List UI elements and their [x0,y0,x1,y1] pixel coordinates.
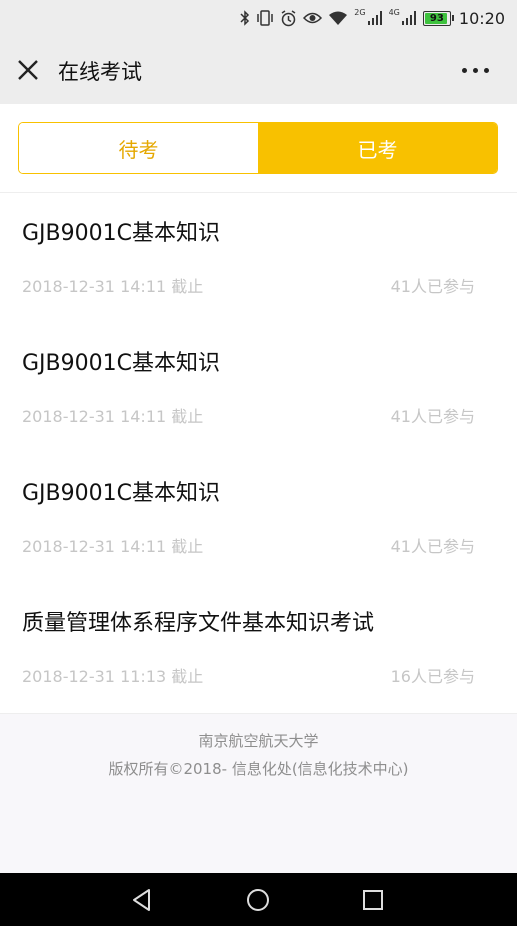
nav-bar: 在线考试 [0,36,517,104]
footer-organization: 南京航空航天大学 [198,732,319,750]
bluetooth-icon [240,10,250,26]
recents-icon[interactable] [359,886,387,914]
battery-icon: 93 [422,10,454,26]
more-dot [473,68,478,73]
system-nav-bar [0,873,517,926]
exam-participants: 16人已参与 [390,667,475,686]
exam-participants: 41人已参与 [390,277,475,296]
signal-icon [367,11,383,25]
exam-title: 质量管理体系程序文件基本知识考试 [22,611,375,636]
exam-deadline: 2018-12-31 11:13 截止 [22,667,204,686]
alarm-icon [281,9,296,26]
status-bar: 2G 4G 93 10:20 [0,0,517,36]
more-icon[interactable] [462,68,489,73]
clock: 10:20 [458,8,505,28]
signal-icon [401,11,417,25]
eye-icon [303,12,323,24]
exam-deadline: 2018-12-31 14:11 截止 [22,407,204,426]
exam-participants: 41人已参与 [390,537,475,556]
vibrate-icon [257,10,274,26]
status-icons: 2G 4G 93 10:20 [240,8,505,28]
tab-pending[interactable]: 待考 [19,123,258,173]
exam-title: GJB9001C基本知识 [22,221,220,246]
exam-item[interactable]: 质量管理体系程序文件基本知识考试 2018-12-31 11:13 截止 16人… [0,583,517,713]
exam-item[interactable]: GJB9001C基本知识 2018-12-31 14:11 截止 41人已参与 [0,323,517,453]
tab-bar: 待考 已考 [0,104,517,193]
tab-done[interactable]: 已考 [258,123,497,173]
signal-tag: 4G [388,7,400,17]
home-icon[interactable] [244,886,272,914]
exam-item[interactable]: GJB9001C基本知识 2018-12-31 14:11 截止 41人已参与 [0,453,517,583]
battery-percent: 93 [429,12,444,24]
segmented-control: 待考 已考 [18,122,498,174]
exam-participants: 41人已参与 [390,407,475,426]
footer: 南京航空航天大学 版权所有©2018- 信息化处(信息化技术中心) [0,713,517,874]
signal-tag: 2G [354,7,366,17]
wifi-icon [329,11,348,25]
exam-title: GJB9001C基本知识 [22,481,220,506]
page-title: 在线考试 [58,60,142,84]
exam-deadline: 2018-12-31 14:11 截止 [22,277,204,296]
more-dot [462,68,467,73]
exam-deadline: 2018-12-31 14:11 截止 [22,537,204,556]
exam-title: GJB9001C基本知识 [22,351,220,376]
close-icon[interactable] [16,58,40,82]
exam-list: GJB9001C基本知识 2018-12-31 14:11 截止 41人已参与 … [0,193,517,713]
footer-copyright: 版权所有©2018- 信息化处(信息化技术中心) [108,760,409,778]
back-icon[interactable] [128,886,156,914]
exam-item[interactable]: GJB9001C基本知识 2018-12-31 14:11 截止 41人已参与 [0,193,517,323]
more-dot [484,68,489,73]
